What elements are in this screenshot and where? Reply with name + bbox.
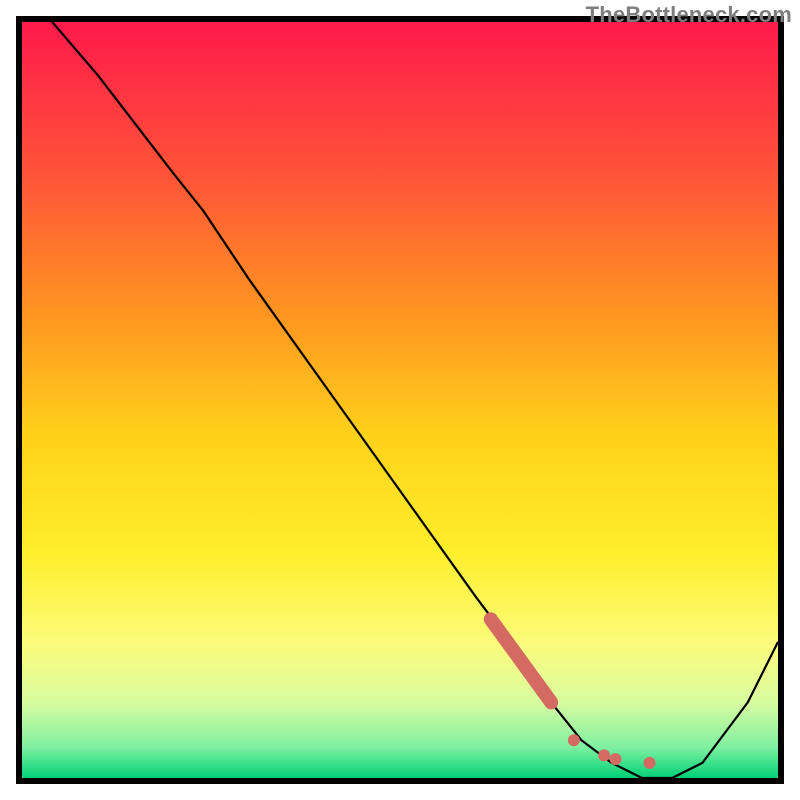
highlight-dot [609,753,621,765]
bottleneck-chart: TheBottleneck.com [0,0,800,800]
highlight-dot [643,757,655,769]
chart-background [22,22,778,778]
highlight-dot [598,749,610,761]
watermark-text: TheBottleneck.com [586,2,792,28]
highlight-dot [568,734,580,746]
chart-canvas [0,0,800,800]
